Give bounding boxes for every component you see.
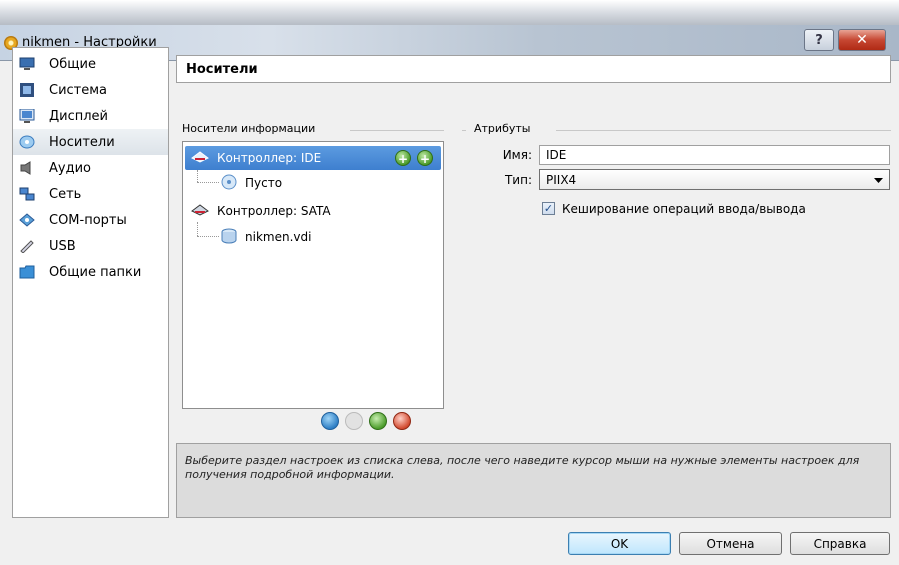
tree-item-sata-controller[interactable]: Контроллер: SATA (191, 199, 331, 223)
sidebar-item-label: Аудио (49, 160, 91, 176)
display-icon (19, 109, 35, 123)
checkmark-icon: ✓ (543, 202, 554, 215)
sidebar-item-label: Носители (49, 134, 115, 150)
question-icon: ? (815, 32, 823, 48)
add-controller-icon[interactable] (321, 412, 339, 430)
add-attachment-icon[interactable] (369, 412, 387, 430)
page-title: Носители (176, 55, 891, 83)
sidebar-item-label: Система (49, 82, 108, 98)
chevron-down-icon (874, 173, 883, 187)
tree-connector (197, 222, 198, 236)
optical-disc-icon (221, 174, 237, 193)
tree-item-label: Контроллер: IDE (217, 151, 322, 165)
tree-item-label: Контроллер: SATA (217, 204, 331, 218)
tree-connector (197, 170, 198, 182)
sidebar-item-usb[interactable]: USB (13, 233, 168, 259)
monitor-general-icon (19, 57, 35, 71)
group-divider (556, 130, 891, 131)
remove-controller-icon[interactable] (345, 412, 363, 430)
network-icon (19, 187, 35, 201)
storage-group-label: Носители информации (182, 122, 322, 135)
tree-item-empty-drive[interactable]: Пусто (221, 171, 282, 195)
settings-sidebar: Общие Система Дисплей Носители Аудио Сет… (12, 47, 169, 518)
group-divider (350, 130, 444, 131)
sidebar-item-label: COM-порты (49, 212, 127, 228)
sidebar-item-storage[interactable]: Носители (13, 129, 168, 155)
ok-label: OK (610, 536, 629, 551)
sidebar-item-system[interactable]: Система (13, 77, 168, 103)
help-button[interactable]: Справка (790, 532, 890, 555)
hard-disk-icon (221, 228, 237, 247)
sata-controller-icon (191, 203, 209, 220)
ide-controller-icon (191, 150, 209, 167)
remove-attachment-icon[interactable] (393, 412, 411, 430)
type-label: Тип: (504, 173, 532, 187)
tree-item-ide-controller[interactable]: Контроллер: IDE + + (185, 146, 441, 170)
type-select-value: PIIX4 (546, 172, 577, 187)
sidebar-item-audio[interactable]: Аудио (13, 155, 168, 181)
close-icon: ✕ (856, 32, 868, 48)
tree-item-vdi-disk[interactable]: nikmen.vdi (221, 225, 311, 249)
group-divider (462, 130, 466, 131)
speaker-icon (19, 161, 35, 175)
sidebar-item-label: Дисплей (49, 108, 109, 124)
sidebar-item-com-ports[interactable]: COM-порты (13, 207, 168, 233)
chip-system-icon (19, 83, 35, 97)
info-text: Выберите раздел настроек из списка слева… (185, 454, 860, 481)
sidebar-item-network[interactable]: Сеть (13, 181, 168, 207)
disk-storage-icon (19, 135, 35, 149)
tree-item-label: Пусто (245, 176, 283, 190)
sidebar-item-shared-folders[interactable]: Общие папки (13, 259, 168, 285)
cancel-button[interactable]: Отмена (679, 532, 782, 555)
name-field[interactable] (539, 145, 890, 165)
sidebar-item-label: USB (49, 238, 76, 254)
help-info-box: Выберите раздел настроек из списка слева… (176, 443, 891, 518)
folder-icon (19, 265, 35, 279)
tree-connector (197, 236, 219, 237)
page-title-text: Носители (186, 61, 258, 77)
sidebar-item-label: Общие (49, 56, 96, 72)
tree-item-label: nikmen.vdi (245, 230, 312, 244)
type-select[interactable]: PIIX4 (539, 169, 890, 190)
ok-button[interactable]: OK (568, 532, 671, 555)
usb-icon (19, 239, 35, 253)
sidebar-item-label: Общие папки (49, 264, 142, 280)
add-hdd-icon[interactable]: + (417, 150, 433, 166)
sidebar-item-general[interactable]: Общие (13, 51, 168, 77)
close-button[interactable]: ✕ (838, 29, 886, 51)
add-cd-icon[interactable]: + (395, 150, 411, 166)
tree-connector (197, 182, 219, 183)
storage-tree[interactable]: Контроллер: IDE + + Пусто Контроллер: SA… (182, 141, 444, 409)
sidebar-item-display[interactable]: Дисплей (13, 103, 168, 129)
help-title-button[interactable]: ? (804, 29, 834, 51)
serial-port-icon (19, 213, 35, 227)
name-label: Имя: (502, 148, 532, 162)
cache-io-label: Кеширование операций ввода/вывода (562, 202, 806, 216)
cache-io-checkbox[interactable]: ✓ (542, 202, 555, 215)
cancel-label: Отмена (706, 536, 755, 551)
sidebar-item-label: Сеть (49, 186, 82, 202)
attributes-group-label: Атрибуты (474, 122, 537, 135)
help-label: Справка (813, 536, 867, 551)
